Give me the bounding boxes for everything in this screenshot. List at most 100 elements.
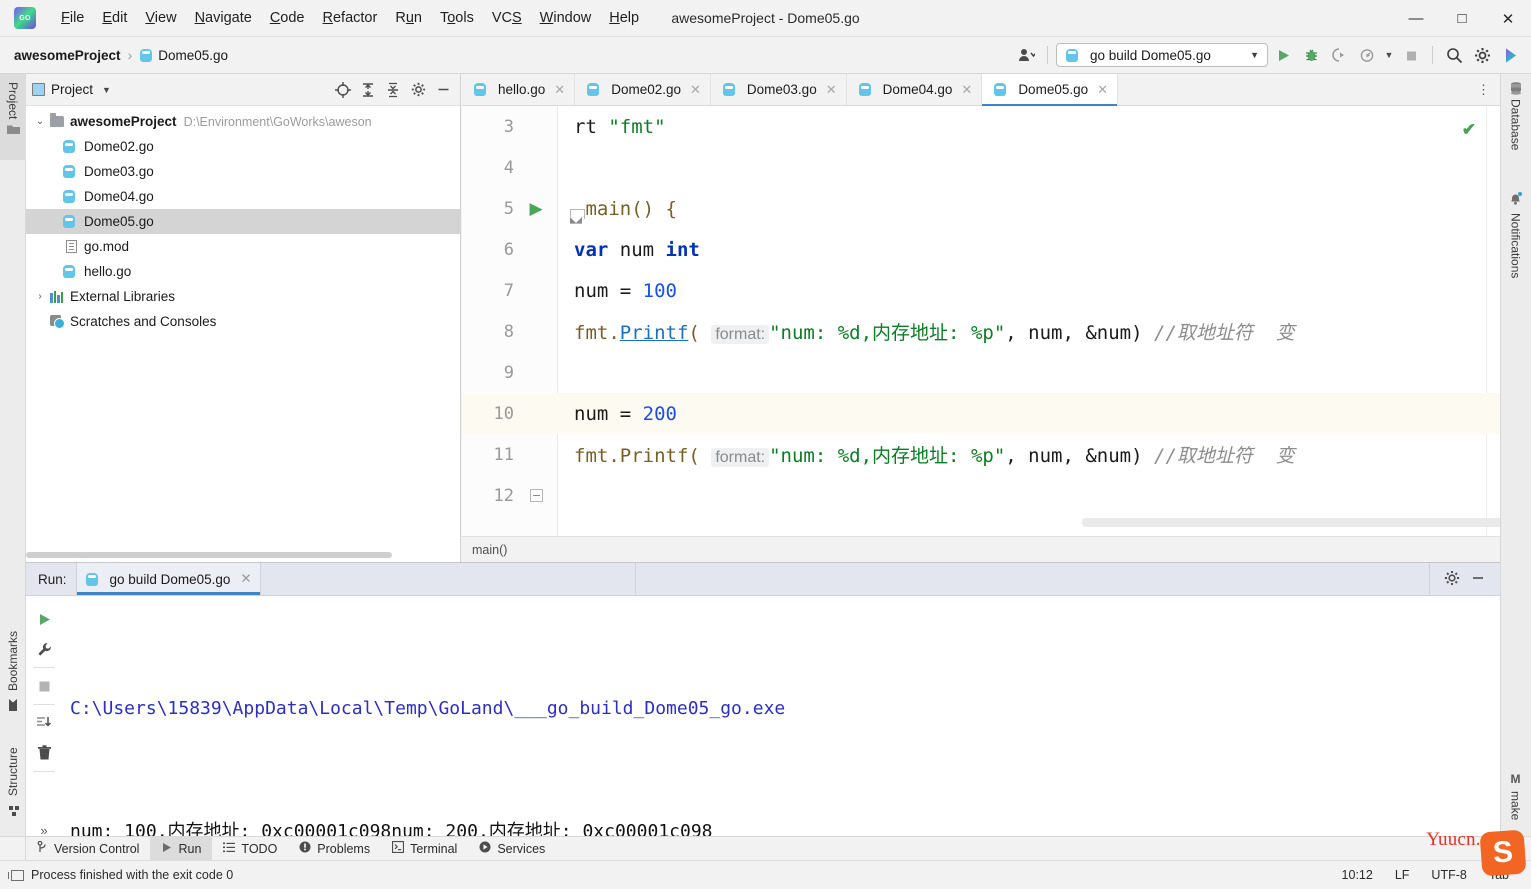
- tree-item-dome02[interactable]: Dome02.go: [26, 134, 460, 159]
- tree-item-awesomeproject[interactable]: ⌄ awesomeProject D:\Environment\GoWorks\…: [26, 109, 460, 134]
- menu-navigate[interactable]: Navigate: [186, 5, 261, 31]
- close-icon[interactable]: ✕: [826, 82, 837, 98]
- menu-vcs[interactable]: VCS: [483, 5, 531, 31]
- profiler-chevron-down-icon[interactable]: ▼: [1382, 42, 1396, 68]
- tree-item-label: Dome03.go: [84, 164, 154, 179]
- menu-file[interactable]: File: [52, 5, 93, 31]
- rerun-button[interactable]: [30, 604, 58, 634]
- more-tabs-icon[interactable]: ⋮: [1468, 74, 1500, 105]
- gear-icon[interactable]: [1444, 570, 1460, 589]
- file-encoding[interactable]: UTF-8: [1431, 868, 1466, 882]
- trash-icon[interactable]: [30, 738, 58, 768]
- close-button[interactable]: ✕: [1485, 0, 1531, 37]
- watermark-logo: S: [1479, 829, 1527, 877]
- tab-hello-go[interactable]: hello.go ✕: [462, 74, 576, 105]
- editor-breadcrumb-main[interactable]: main(): [472, 543, 507, 557]
- editor-horizontal-scrollbar[interactable]: [1082, 518, 1500, 527]
- run-button[interactable]: [1270, 42, 1296, 68]
- run-coverage-icon[interactable]: [1326, 42, 1352, 68]
- menu-help[interactable]: Help: [600, 5, 648, 31]
- close-icon[interactable]: ✕: [554, 82, 565, 98]
- menu-view[interactable]: View: [136, 5, 185, 31]
- menu-tools[interactable]: Tools: [431, 5, 483, 31]
- close-icon[interactable]: ✕: [961, 82, 972, 98]
- run-configuration-selector[interactable]: go build Dome05.go ▼: [1056, 43, 1268, 67]
- tree-item-dome05[interactable]: Dome05.go: [26, 209, 460, 234]
- stop-button[interactable]: [30, 671, 58, 701]
- collapse-all-icon[interactable]: [382, 79, 404, 101]
- minimize-button[interactable]: —: [1393, 0, 1439, 37]
- sidebar-item-make[interactable]: M make: [1500, 764, 1531, 834]
- tab-dome02-go[interactable]: Dome02.go ✕: [575, 74, 711, 105]
- sidebar-item-bookmarks[interactable]: Bookmarks: [0, 619, 26, 719]
- sidebar-label-notifications: Notifications: [1508, 213, 1523, 279]
- caret-position[interactable]: 10:12: [1342, 868, 1373, 882]
- code-canvas[interactable]: ✔ 3 rt "fmt" 4 5 ▶ main() { 6 var num in…: [462, 106, 1500, 536]
- chevron-down-icon[interactable]: ⌄: [32, 116, 48, 127]
- line-number: 11: [493, 444, 514, 465]
- tree-item-external-libraries[interactable]: › External Libraries: [26, 284, 460, 309]
- select-opened-file-icon[interactable]: [332, 79, 354, 101]
- tree-item-dome03[interactable]: Dome03.go: [26, 159, 460, 184]
- profile-icon[interactable]: [1013, 42, 1039, 68]
- close-icon[interactable]: ✕: [690, 82, 701, 98]
- stop-button[interactable]: [1398, 42, 1424, 68]
- project-horizontal-scrollbar[interactable]: [26, 551, 396, 560]
- project-folder-icon: [6, 124, 20, 138]
- sidebar-item-structure[interactable]: Structure: [0, 729, 26, 824]
- menu-code[interactable]: Code: [261, 5, 314, 31]
- expand-all-icon[interactable]: [357, 79, 379, 101]
- chevron-right-icon[interactable]: ›: [32, 291, 48, 302]
- line-number: 3: [503, 116, 514, 137]
- breadcrumb-project[interactable]: awesomeProject: [14, 48, 121, 63]
- bottom-tab-services[interactable]: Services: [468, 837, 556, 860]
- bottom-tab-version-control[interactable]: Version Control: [26, 837, 150, 860]
- bottom-tab-todo[interactable]: TODO: [212, 837, 288, 860]
- wrench-icon[interactable]: [30, 634, 58, 664]
- debug-icon[interactable]: [1298, 42, 1324, 68]
- updates-icon[interactable]: [1497, 42, 1523, 68]
- tree-item-scratches[interactable]: Scratches and Consoles: [26, 309, 460, 334]
- line-separator[interactable]: LF: [1395, 868, 1410, 882]
- goland-window: File Edit View Navigate Code Refactor Ru…: [0, 0, 1531, 889]
- tab-dome05-go[interactable]: Dome05.go ✕: [982, 74, 1119, 106]
- code-number: 200: [642, 402, 677, 425]
- search-icon[interactable]: [1441, 42, 1467, 68]
- code-pkg-ref: fmt.: [574, 322, 620, 344]
- toolbar-actions: go build Dome05.go ▼ ▼: [1013, 42, 1531, 68]
- gear-icon[interactable]: [1469, 42, 1495, 68]
- menu-refactor[interactable]: Refactor: [314, 5, 387, 31]
- run-gutter-icon[interactable]: ▶: [514, 200, 558, 217]
- tab-dome03-go[interactable]: Dome03.go ✕: [711, 74, 847, 105]
- menu-window[interactable]: Window: [531, 5, 601, 31]
- bottom-tab-label: Services: [497, 841, 546, 856]
- menu-edit[interactable]: Edit: [93, 5, 136, 31]
- close-icon[interactable]: ✕: [1097, 82, 1108, 98]
- hide-panel-icon[interactable]: [432, 79, 454, 101]
- tab-dome04-go[interactable]: Dome04.go ✕: [847, 74, 983, 105]
- tree-item-dome04[interactable]: Dome04.go: [26, 184, 460, 209]
- gear-icon[interactable]: [407, 79, 429, 101]
- breadcrumb-file[interactable]: Dome05.go: [139, 48, 228, 63]
- chevron-down-icon[interactable]: ▼: [102, 85, 111, 95]
- line-number: 10: [493, 403, 514, 424]
- scroll-to-end-icon[interactable]: [30, 708, 58, 738]
- tree-item-hello[interactable]: hello.go: [26, 259, 460, 284]
- tree-item-gomod[interactable]: go.mod: [26, 234, 460, 259]
- sidebar-item-project[interactable]: Project: [0, 74, 26, 160]
- fold-end-marker-icon[interactable]: [514, 489, 558, 502]
- maximize-button[interactable]: □: [1439, 0, 1485, 37]
- bottom-tab-run[interactable]: Run: [150, 837, 213, 860]
- close-icon[interactable]: ✕: [240, 571, 251, 587]
- bottom-tab-terminal[interactable]: Terminal: [381, 837, 468, 860]
- console-line-exe-path[interactable]: C:\Users\15839\AppData\Local\Temp\GoLand…: [70, 688, 1500, 729]
- sidebar-item-notifications[interactable]: Notifications: [1500, 184, 1531, 329]
- tab-label: hello.go: [498, 82, 546, 97]
- menu-run[interactable]: Run: [386, 5, 431, 31]
- bottom-tab-problems[interactable]: Problems: [288, 837, 381, 860]
- sidebar-item-database[interactable]: Database: [1500, 74, 1531, 174]
- hide-panel-icon[interactable]: [1470, 570, 1486, 589]
- run-tab-go-build-dome05[interactable]: go build Dome05.go ✕: [75, 563, 261, 595]
- profiler-icon[interactable]: [1354, 42, 1380, 68]
- go-file-icon: [473, 82, 487, 97]
